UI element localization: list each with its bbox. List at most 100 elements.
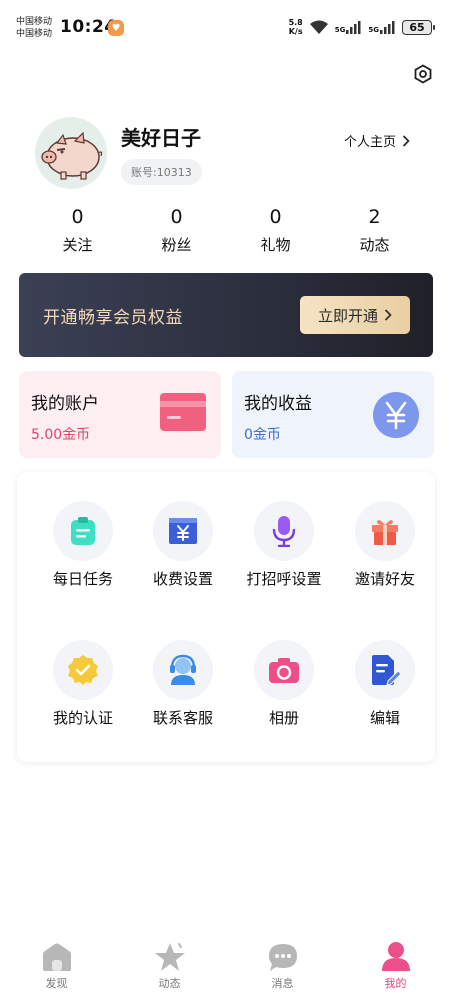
grid-label: 相册 — [268, 709, 299, 727]
grid-label: 编辑 — [369, 709, 400, 727]
stat-label: 关注 — [62, 236, 93, 254]
wifi-icon — [309, 20, 329, 35]
stat-label: 动态 — [359, 236, 390, 254]
grid-label: 我的认证 — [52, 709, 113, 727]
status-bar: 中国移动 中国移动 10:24 ♥ 5.8 K/s 5G 5G 65 — [0, 0, 452, 50]
chevron-right-icon — [402, 134, 410, 147]
nav-label: 我的 — [384, 977, 407, 990]
grid-label: 联系客服 — [152, 709, 213, 727]
edit-document-icon — [372, 655, 401, 686]
nav-icon-wrap — [0, 940, 113, 972]
customer-service-icon — [170, 654, 196, 685]
signal-bars-icon — [346, 20, 361, 34]
nav-label: 消息 — [271, 977, 294, 990]
pig-avatar-icon — [35, 117, 107, 189]
card-value: 5.00金币 — [31, 427, 91, 443]
grid-icon-circle — [355, 501, 415, 561]
nav-label: 发现 — [45, 977, 68, 990]
grid-icon-circle — [153, 501, 213, 561]
grid-label: 每日任务 — [52, 570, 113, 588]
wallet-card-icon — [160, 393, 206, 431]
avatar[interactable] — [35, 117, 107, 189]
stat-value: 0 — [170, 206, 183, 228]
username: 美好日子 — [121, 126, 201, 150]
nav-label: 动态 — [158, 977, 181, 990]
grid-item-daily-task[interactable]: 每日任务 — [33, 501, 133, 589]
camera-icon — [269, 658, 299, 683]
home-icon — [42, 943, 71, 971]
stat-value: 0 — [71, 206, 84, 228]
grid-label: 收费设置 — [152, 570, 213, 588]
grid-icon-circle — [53, 640, 113, 700]
grid-item-contact-support[interactable]: 联系客服 — [133, 640, 233, 728]
stat-following[interactable]: 0 关注 — [28, 204, 127, 255]
fee-settings-icon — [169, 518, 197, 544]
vip-activate-button[interactable]: 立即开通 — [300, 296, 410, 334]
grid-icon-circle — [153, 640, 213, 700]
signal-bars-icon — [380, 20, 395, 34]
nav-me[interactable]: 我的 — [339, 940, 452, 1000]
nav-messages[interactable]: 消息 — [226, 940, 339, 1000]
chat-bubble-icon — [268, 944, 297, 971]
notification-app-icon: ♥ — [108, 20, 124, 36]
grid-label: 邀请好友 — [354, 570, 415, 588]
daily-task-icon — [71, 517, 95, 545]
stat-label: 粉丝 — [161, 236, 192, 254]
card-value: 0金币 — [244, 427, 281, 443]
grid-icon-circle — [355, 640, 415, 700]
battery-level: 65 — [409, 20, 425, 34]
network-speed-value: 5.8 — [288, 18, 303, 27]
nav-discover[interactable]: 发现 — [0, 940, 113, 1000]
network-type-1: 5G — [334, 25, 346, 34]
carrier-1: 中国移动 — [16, 17, 53, 27]
network-type-2: 5G — [368, 25, 379, 34]
grid-item-edit[interactable]: 编辑 — [335, 640, 435, 728]
nav-icon-wrap — [226, 940, 339, 972]
grid-item-album[interactable]: 相册 — [234, 640, 334, 728]
profile-stats: 0 关注 0 粉丝 0 礼物 2 动态 — [28, 204, 424, 255]
feature-grid: 每日任务 收费设置 打招呼设置 邀请好友 我的认证 联系客服 相册 编辑 — [17, 472, 435, 762]
signal-1: 5G — [334, 20, 363, 34]
grid-label: 打招呼设置 — [246, 570, 322, 588]
yen-coin-icon — [373, 392, 419, 438]
stat-value: 0 — [269, 206, 282, 228]
network-speed-unit: K/s — [288, 27, 303, 36]
personal-homepage-link[interactable]: 个人主页 — [344, 131, 410, 150]
card-title: 我的账户 — [31, 394, 99, 414]
carrier-info: 中国移动 中国移动 — [16, 16, 52, 40]
carrier-2: 中国移动 — [16, 29, 53, 39]
verified-badge-icon — [68, 655, 98, 685]
homepage-link-label: 个人主页 — [344, 135, 397, 150]
my-earnings-card[interactable]: 我的收益 0金币 — [232, 371, 434, 458]
stat-value: 2 — [368, 206, 381, 228]
stat-fans[interactable]: 0 粉丝 — [127, 204, 226, 255]
grid-item-my-verification[interactable]: 我的认证 — [33, 640, 133, 728]
grid-icon-circle — [254, 501, 314, 561]
nav-moments[interactable]: 动态 — [113, 940, 226, 1000]
grid-icon-circle — [254, 640, 314, 700]
nav-icon-wrap — [113, 940, 226, 972]
gift-icon — [372, 520, 398, 545]
grid-item-invite-friends[interactable]: 邀请好友 — [335, 501, 435, 589]
grid-icon-circle — [53, 501, 113, 561]
grid-item-greeting-settings[interactable]: 打招呼设置 — [234, 501, 334, 589]
grid-item-fee-settings[interactable]: 收费设置 — [133, 501, 233, 589]
nav-icon-wrap — [339, 940, 452, 972]
hexagon-settings-icon — [414, 64, 432, 84]
vip-banner-text: 开通畅享会员权益 — [43, 308, 183, 328]
my-account-card[interactable]: 我的账户 5.00金币 — [19, 371, 221, 458]
person-icon — [381, 942, 410, 971]
battery-icon: 65 — [402, 19, 435, 35]
bottom-navigation: 发现 动态 消息 我的 — [0, 940, 452, 1000]
stat-label: 礼物 — [260, 236, 291, 254]
greeting-mic-icon — [272, 516, 296, 547]
signal-2: 5G — [368, 20, 396, 34]
stat-gifts[interactable]: 0 礼物 — [226, 204, 325, 255]
vip-banner[interactable]: 开通畅享会员权益 立即开通 — [19, 273, 433, 357]
chevron-right-icon — [384, 309, 392, 321]
stat-posts[interactable]: 2 动态 — [325, 204, 424, 255]
vip-button-label: 立即开通 — [317, 306, 378, 325]
card-title: 我的收益 — [244, 394, 312, 414]
settings-button[interactable] — [413, 64, 433, 84]
star-icon — [154, 943, 185, 971]
